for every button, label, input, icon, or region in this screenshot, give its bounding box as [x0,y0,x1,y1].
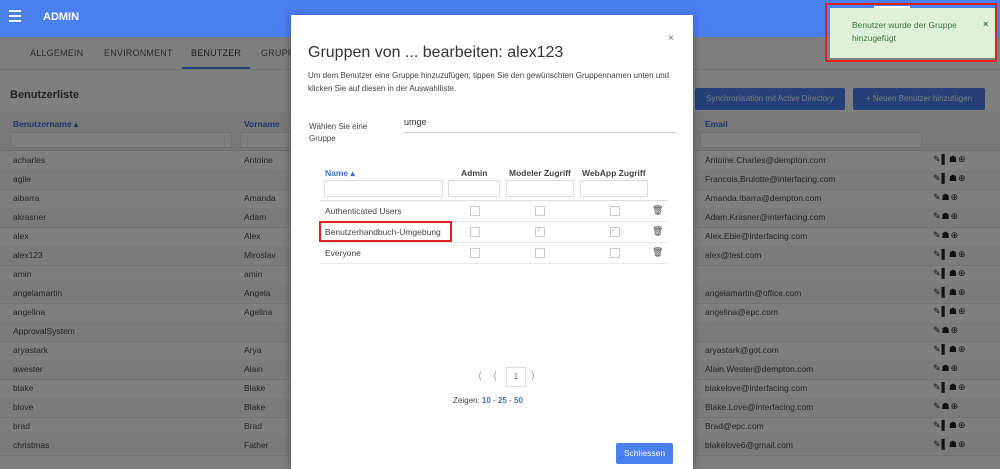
col-group-name[interactable]: Name ▴ [325,168,355,179]
modeler-checkbox[interactable] [535,225,545,237]
page-size-selector: Zeigen: 10 - 25 - 50 [453,396,523,405]
group-highlight-box [319,221,452,242]
next-page-icon[interactable]: ⟩ [531,371,535,382]
hamburger-icon[interactable] [9,10,21,24]
admin-checkbox[interactable] [470,227,480,237]
page-size-25[interactable]: 25 [498,396,507,405]
app-title: ADMIN [43,11,80,23]
webapp-checkbox[interactable] [610,225,620,237]
trash-icon[interactable]: 🗑 [652,226,663,237]
close-modal-button[interactable]: Schliessen [616,443,673,464]
page-size-label: Zeigen: [453,396,480,405]
group-row[interactable]: Authenticated Users 🗑 [320,201,668,222]
group-row[interactable]: Everyone 🗑 [320,243,668,264]
pagination: ⟨ ⟨ [478,371,497,382]
col-admin[interactable]: Admin [461,168,487,178]
webapp-checkbox[interactable] [610,248,620,258]
modal-description: Um dem Benutzer eine Gruppe hinzuzufügen… [308,71,670,93]
group-name-filter[interactable] [324,180,443,197]
admin-filter[interactable] [448,180,500,197]
admin-checkbox[interactable] [470,206,480,216]
group-name: Everyone [325,248,361,258]
admin-checkbox[interactable] [470,248,480,258]
page-size-50[interactable]: 50 [514,396,523,405]
modal-close-icon[interactable]: × [668,33,674,44]
col-modeler[interactable]: Modeler Zugriff [509,168,571,178]
webapp-filter[interactable] [580,180,648,197]
current-page[interactable]: 1 [506,367,526,387]
page-size-separator: - [493,396,496,405]
toast-highlight-box [825,3,997,62]
page-size-separator: - [509,396,512,405]
trash-icon[interactable]: 🗑 [652,247,663,258]
col-webapp[interactable]: WebApp Zugriff [582,168,646,178]
prev-page-icon[interactable]: ⟨ [493,371,497,382]
group-select-label: Wählen Sie eine Gruppe [309,122,368,143]
modeler-checkbox[interactable] [535,248,545,258]
modeler-filter[interactable] [506,180,574,197]
group-search-input[interactable]: umge [404,117,676,133]
modal-title: Gruppen von ... bearbeiten: alex123 [308,44,564,61]
group-table-header: Name ▴ Admin Modeler Zugriff WebApp Zugr… [320,160,668,201]
page-size-10[interactable]: 10 [482,396,491,405]
first-page-icon[interactable]: ⟨ [478,371,482,382]
group-name: Authenticated Users [325,206,402,216]
trash-icon[interactable]: 🗑 [652,205,663,216]
webapp-checkbox[interactable] [610,206,620,216]
modeler-checkbox[interactable] [535,206,545,216]
